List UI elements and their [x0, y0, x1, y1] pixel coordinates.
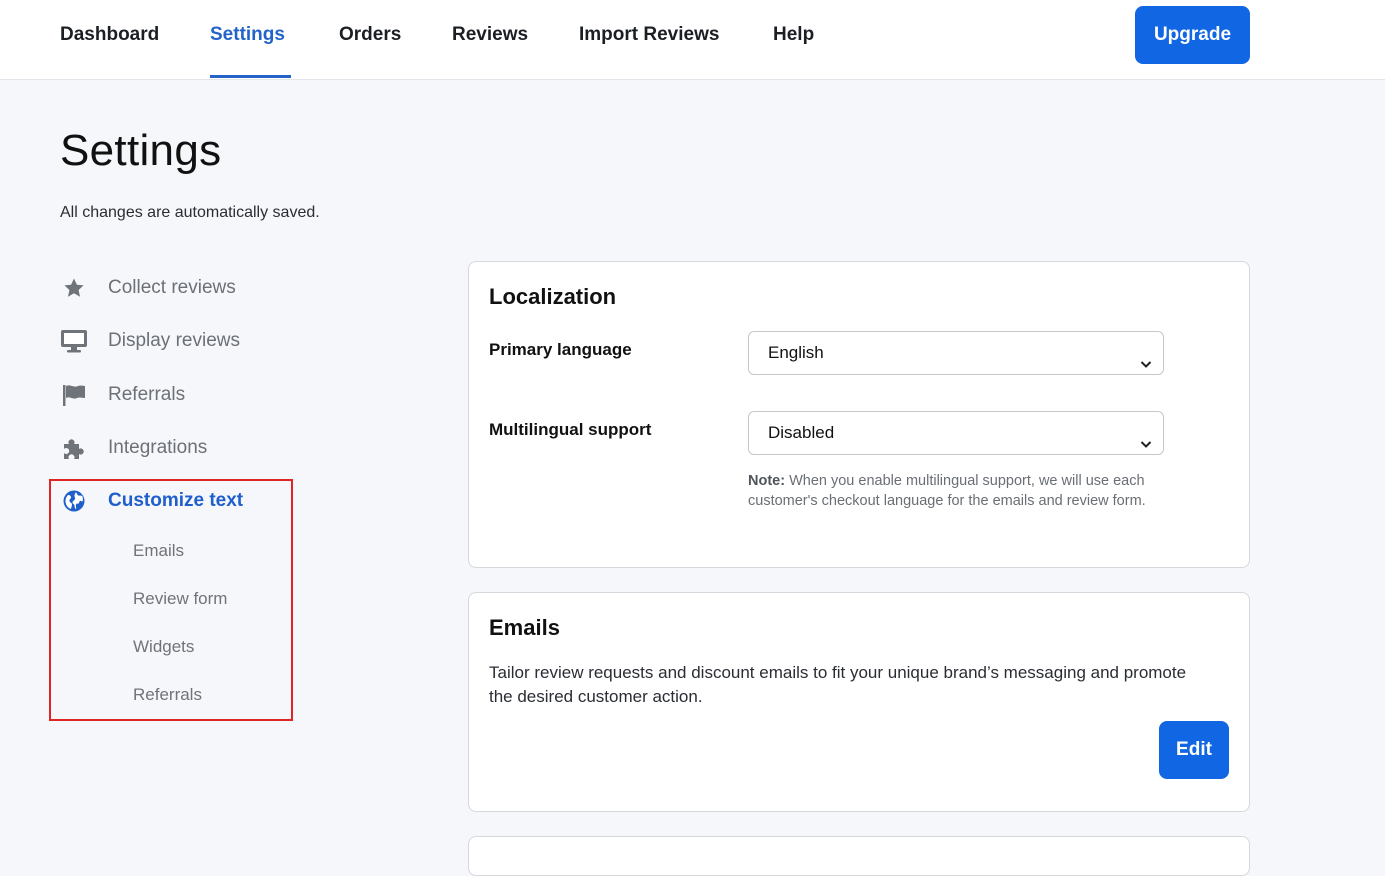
multilingual-support-value: Disabled [768, 423, 835, 442]
upgrade-button[interactable]: Upgrade [1135, 6, 1250, 64]
chevron-down-icon [1139, 345, 1153, 387]
monitor-icon [60, 327, 88, 355]
note-label: Note: [748, 473, 786, 489]
page-subtitle: All changes are automatically saved. [60, 204, 320, 221]
localization-card: Localization Primary language English Mu… [468, 261, 1250, 568]
top-nav: Dashboard Settings Orders Reviews Import… [0, 0, 1385, 80]
puzzle-icon [60, 434, 88, 462]
nav-settings[interactable]: Settings [210, 0, 291, 78]
chevron-down-icon [1139, 425, 1153, 467]
sidebar-item-label: Display reviews [108, 330, 240, 351]
multilingual-note: Note: When you enable multilingual suppo… [748, 472, 1148, 511]
localization-title: Localization [489, 284, 617, 309]
nav-import-reviews[interactable]: Import Reviews [579, 0, 719, 78]
nav-reviews[interactable]: Reviews [452, 0, 528, 78]
primary-language-label: Primary language [489, 340, 632, 359]
nav-dashboard[interactable]: Dashboard [60, 0, 159, 78]
note-text: When you enable multilingual support, we… [748, 473, 1146, 509]
star-icon [60, 274, 88, 302]
highlight-annotation-box [49, 479, 293, 721]
nav-orders[interactable]: Orders [339, 0, 401, 78]
page-title: Settings [60, 126, 222, 175]
sidebar-item-label: Integrations [108, 437, 208, 458]
sidebar-item-label: Referrals [108, 384, 186, 405]
next-card [468, 836, 1250, 876]
sidebar-item-label: Collect reviews [108, 277, 236, 298]
flag-icon [60, 381, 88, 409]
sidebar-item-integrations[interactable]: Integrations [60, 433, 207, 463]
edit-button[interactable]: Edit [1159, 721, 1229, 779]
emails-card: Emails Tailor review requests and discou… [468, 592, 1250, 812]
multilingual-support-label: Multilingual support [489, 420, 652, 439]
primary-language-select[interactable]: English [748, 331, 1164, 375]
emails-title: Emails [489, 615, 560, 640]
primary-language-value: English [768, 343, 824, 362]
multilingual-support-select[interactable]: Disabled [748, 411, 1164, 455]
emails-description: Tailor review requests and discount emai… [489, 663, 1187, 706]
sidebar-item-display-reviews[interactable]: Display reviews [60, 326, 240, 356]
sidebar-item-referrals[interactable]: Referrals [60, 380, 185, 410]
sidebar-item-collect-reviews[interactable]: Collect reviews [60, 273, 236, 303]
nav-help[interactable]: Help [773, 0, 814, 78]
